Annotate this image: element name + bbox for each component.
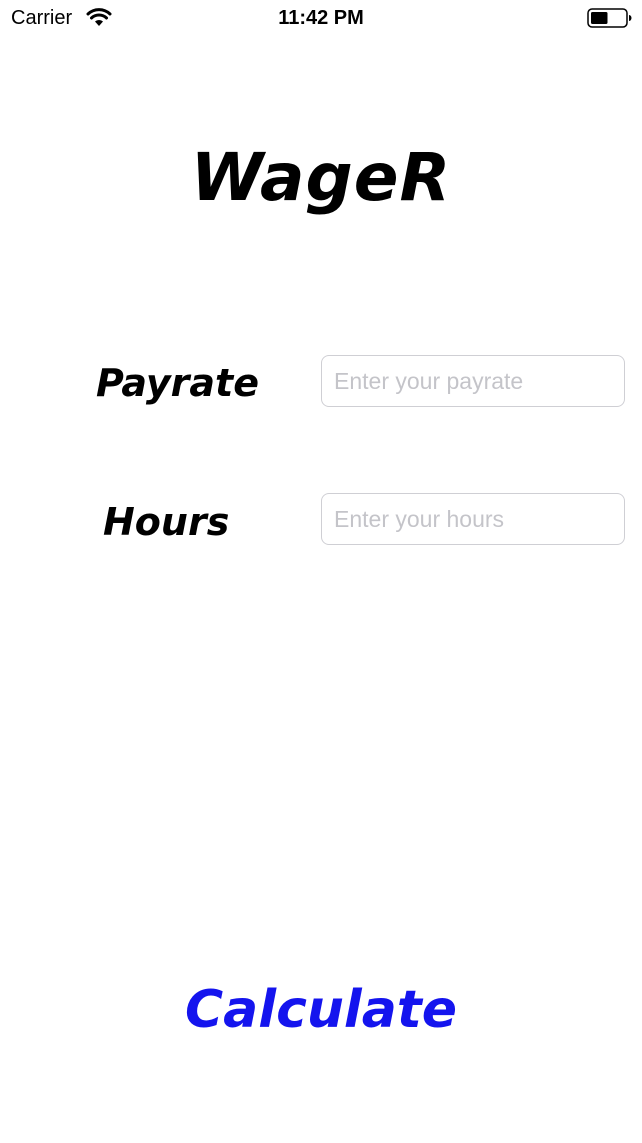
- hours-input[interactable]: [321, 493, 625, 545]
- battery-icon: [587, 8, 632, 28]
- hours-label: Hours: [103, 500, 230, 544]
- app-title: WageR: [190, 139, 452, 216]
- payrate-input[interactable]: [321, 355, 625, 407]
- status-bar: Carrier 11:42 PM: [0, 0, 642, 40]
- status-time: 11:42 PM: [278, 7, 364, 29]
- payrate-label: Payrate: [96, 361, 259, 405]
- calculate-button[interactable]: Calculate: [0, 975, 642, 1045]
